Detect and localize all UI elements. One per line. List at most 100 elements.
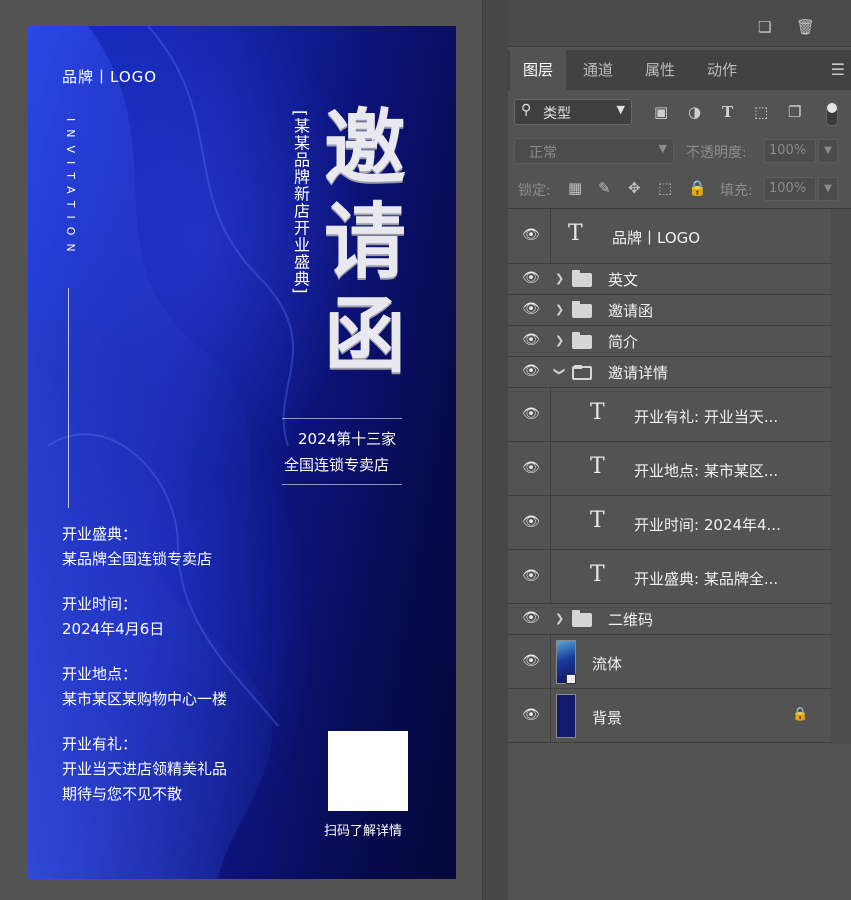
layer-name: 开业盛典: 某品牌全... bbox=[634, 570, 779, 588]
layer-group-invitation[interactable]: 👁 ❯ 邀请函 bbox=[508, 295, 831, 326]
panel-top-bar: ❏ 🗑 bbox=[508, 0, 851, 47]
panel-tabs: 图层 通道 属性 动作 ☰ bbox=[508, 50, 851, 90]
tab-channels[interactable]: 通道 bbox=[570, 50, 626, 90]
visibility-eye-icon[interactable]: 👁 bbox=[518, 653, 544, 669]
type-filter-icon[interactable]: T bbox=[722, 103, 733, 121]
tab-layers[interactable]: 图层 bbox=[510, 50, 566, 90]
chevron-down-icon[interactable]: ❯ bbox=[553, 367, 566, 376]
visibility-eye-icon[interactable]: 👁 bbox=[518, 568, 544, 584]
info-time: 开业时间： 2024年4月6日 bbox=[62, 592, 164, 642]
tab-properties[interactable]: 属性 bbox=[632, 50, 688, 90]
fill-label: 填充: bbox=[720, 183, 753, 199]
smartobject-filter-icon[interactable]: ❐ bbox=[788, 103, 801, 121]
store-line-2: 全国连锁专卖店 bbox=[284, 456, 390, 474]
layer-row-background[interactable]: 👁 背景 🔒 bbox=[508, 689, 831, 743]
visibility-eye-icon[interactable]: 👁 bbox=[518, 610, 544, 626]
qr-caption: 扫码了解详情 bbox=[324, 824, 403, 839]
lock-icon[interactable]: 🔒 bbox=[792, 707, 808, 722]
image-filter-icon[interactable]: ▣ bbox=[654, 103, 668, 121]
layer-name: 开业地点: 某市某区... bbox=[634, 462, 779, 480]
store-rule-top bbox=[282, 418, 402, 419]
info-value: 某品牌全国连锁专卖店 bbox=[62, 550, 213, 568]
opacity-label: 不透明度: bbox=[686, 145, 747, 161]
lock-all-icon[interactable]: 🔒 bbox=[688, 179, 707, 197]
layer-group-details[interactable]: 👁 ❯ 邀请详情 bbox=[508, 357, 831, 388]
layer-row-location[interactable]: 👁 T 开业地点: 某市某区... bbox=[508, 442, 831, 496]
info-opening: 开业盛典： 某品牌全国连锁专卖店 bbox=[62, 522, 212, 572]
lock-transparent-icon[interactable]: ▦ bbox=[568, 179, 582, 197]
visibility-eye-icon[interactable]: 👁 bbox=[518, 406, 544, 422]
visibility-eye-icon[interactable]: 👁 bbox=[518, 707, 544, 723]
invitation-english-text: INVITATION bbox=[64, 118, 77, 260]
text-layer-icon: T bbox=[568, 221, 583, 246]
layer-name: 简介 bbox=[608, 333, 639, 351]
visibility-eye-icon[interactable]: 👁 bbox=[518, 301, 544, 317]
chevron-right-icon[interactable]: ❯ bbox=[555, 303, 564, 316]
store-line-1: 2024第十三家 bbox=[298, 430, 397, 448]
chevron-down-icon: ▼ bbox=[658, 142, 667, 155]
smart-object-thumbnail bbox=[556, 640, 576, 684]
search-icon: ⚲ bbox=[521, 102, 532, 118]
title-char-3: 函 bbox=[323, 289, 406, 384]
chevron-right-icon[interactable]: ❯ bbox=[555, 334, 564, 347]
tab-actions[interactable]: 动作 bbox=[694, 50, 750, 90]
trash-icon[interactable]: 🗑 bbox=[796, 18, 815, 36]
store-rule-bottom bbox=[282, 484, 402, 485]
folder-open-icon bbox=[572, 365, 592, 380]
chevron-right-icon[interactable]: ❯ bbox=[555, 612, 564, 625]
document-canvas[interactable]: 品牌丨LOGO INVITATION [某某品牌新店开业盛典] 邀 请 函 20… bbox=[0, 0, 482, 900]
opacity-dropdown[interactable]: ▼ bbox=[818, 139, 838, 163]
title-char-2: 请 bbox=[323, 195, 406, 290]
visibility-eye-icon[interactable]: 👁 bbox=[518, 227, 544, 243]
opacity-field[interactable]: 100% bbox=[764, 139, 816, 163]
filter-kind-select[interactable]: ⚲ 类型 ▼ bbox=[514, 99, 632, 125]
folder-icon bbox=[572, 332, 592, 349]
layer-row-gift[interactable]: 👁 T 开业有礼: 开业当天... bbox=[508, 388, 831, 442]
layers-panel: ❏ 🗑 图层 通道 属性 动作 ☰ ⚲ 类型 ▼ ▣ ◑ T ⬚ ❐ 正常 ▼ … bbox=[508, 0, 851, 900]
brand-logo-text: 品牌丨LOGO bbox=[62, 68, 158, 86]
layer-filter-row: ⚲ 类型 ▼ ▣ ◑ T ⬚ ❐ bbox=[508, 92, 851, 132]
filter-toggle-switch[interactable] bbox=[826, 102, 838, 126]
visibility-eye-icon[interactable]: 👁 bbox=[518, 363, 544, 379]
info-value-2: 期待与您不见不散 bbox=[62, 785, 183, 803]
visibility-eye-icon[interactable]: 👁 bbox=[518, 460, 544, 476]
lock-position-move-icon[interactable]: ✥ bbox=[628, 179, 641, 197]
text-layer-icon: T bbox=[590, 508, 605, 533]
shape-filter-icon[interactable]: ⬚ bbox=[754, 103, 768, 121]
info-label: 开业盛典： bbox=[62, 525, 138, 543]
layer-row-fluid[interactable]: 👁 流体 bbox=[508, 635, 831, 689]
poster-artboard[interactable]: 品牌丨LOGO INVITATION [某某品牌新店开业盛典] 邀 请 函 20… bbox=[28, 26, 456, 879]
new-layer-icon[interactable]: ❏ bbox=[758, 18, 771, 36]
info-label: 开业时间： bbox=[62, 595, 138, 613]
visibility-eye-icon[interactable]: 👁 bbox=[518, 514, 544, 530]
layer-row-brand-logo[interactable]: 👁 T 品牌丨LOGO bbox=[508, 209, 831, 264]
visibility-eye-icon[interactable]: 👁 bbox=[518, 332, 544, 348]
fill-field[interactable]: 100% bbox=[764, 177, 816, 201]
info-gift: 开业有礼： 开业当天进店领精美礼品 期待与您不见不散 bbox=[62, 732, 227, 807]
info-label: 开业地点： bbox=[62, 665, 138, 683]
vertical-divider-line bbox=[68, 288, 69, 508]
lock-artboard-icon[interactable]: ⬚ bbox=[658, 179, 672, 197]
layer-row-time[interactable]: 👁 T 开业时间: 2024年4... bbox=[508, 496, 831, 550]
layer-name: 开业时间: 2024年4... bbox=[634, 516, 781, 534]
fill-dropdown[interactable]: ▼ bbox=[818, 177, 838, 201]
info-label: 开业有礼： bbox=[62, 735, 138, 753]
adjustment-filter-icon[interactable]: ◑ bbox=[688, 103, 701, 121]
blend-mode-select[interactable]: 正常 ▼ bbox=[514, 138, 674, 164]
panel-dock-divider[interactable] bbox=[482, 0, 509, 900]
qr-code-placeholder bbox=[328, 731, 408, 811]
panel-menu-icon[interactable]: ☰ bbox=[831, 60, 845, 79]
layer-name: 邀请函 bbox=[608, 302, 654, 320]
layer-group-intro[interactable]: 👁 ❯ 简介 bbox=[508, 326, 831, 357]
lock-image-brush-icon[interactable]: ✎ bbox=[598, 179, 611, 197]
visibility-eye-icon[interactable]: 👁 bbox=[518, 270, 544, 286]
background-thumbnail bbox=[556, 694, 576, 738]
layer-group-qrcode[interactable]: 👁 ❯ 二维码 bbox=[508, 604, 831, 635]
title-char-1: 邀 bbox=[323, 101, 406, 196]
chevron-right-icon[interactable]: ❯ bbox=[555, 272, 564, 285]
text-layer-icon: T bbox=[590, 454, 605, 479]
layers-scrollbar[interactable] bbox=[831, 209, 851, 744]
chevron-down-icon: ▼ bbox=[616, 103, 625, 116]
layer-row-opening[interactable]: 👁 T 开业盛典: 某品牌全... bbox=[508, 550, 831, 604]
layer-group-english[interactable]: 👁 ❯ 英文 bbox=[508, 264, 831, 295]
